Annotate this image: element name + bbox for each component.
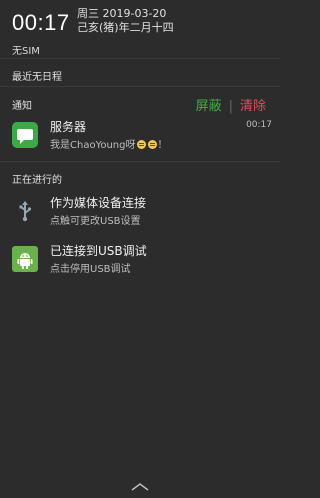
date-weekday: 周三 2019-03-20 (77, 7, 167, 20)
notification-trailing: ！ (157, 140, 168, 151)
divider (0, 58, 280, 59)
divider (0, 161, 280, 162)
notification-title: 服务器 (50, 120, 87, 134)
collapse-handle-icon[interactable] (130, 477, 150, 496)
clear-button[interactable]: 清除 (240, 99, 266, 114)
notifications-header: 通知 (12, 101, 32, 112)
notification-actions: 屏蔽 | 清除 (196, 95, 266, 114)
usb-icon (12, 198, 38, 224)
notification-text: 我是ChaoYoung呀 ！ (50, 136, 168, 151)
notification-item-server[interactable]: 服务器 我是ChaoYoung呀 ！ 00:17 (0, 114, 280, 160)
ongoing-header: 正在进行的 (12, 175, 62, 186)
clock: 00:17 (12, 10, 70, 35)
android-debug-icon (12, 246, 38, 272)
ongoing-text: 点击停用USB调试 (50, 264, 131, 275)
notification-message: 我是ChaoYoung呀 (50, 140, 136, 151)
emoji-icon (147, 140, 157, 149)
emoji-icon (136, 140, 146, 149)
notification-time: 00:17 (246, 120, 272, 130)
date-lunar: 己亥(猪)年二月十四 (77, 21, 174, 34)
ongoing-item-usb-media[interactable]: 作为媒体设备连接 点触可更改USB设置 (0, 190, 280, 236)
action-separator: | (228, 99, 233, 114)
sim-status: 无SIM (12, 46, 40, 57)
ongoing-text: 点触可更改USB设置 (50, 216, 141, 227)
mute-button[interactable]: 屏蔽 (196, 99, 222, 114)
ongoing-title: 已连接到USB调试 (50, 244, 147, 258)
date-block: 周三 2019-03-20 己亥(猪)年二月十四 (77, 7, 174, 35)
divider (0, 86, 280, 87)
ongoing-item-usb-debug[interactable]: 已连接到USB调试 点击停用USB调试 (0, 238, 280, 284)
schedule-status[interactable]: 最近无日程 (12, 68, 62, 83)
ongoing-title: 作为媒体设备连接 (50, 196, 147, 210)
message-icon (12, 122, 38, 148)
